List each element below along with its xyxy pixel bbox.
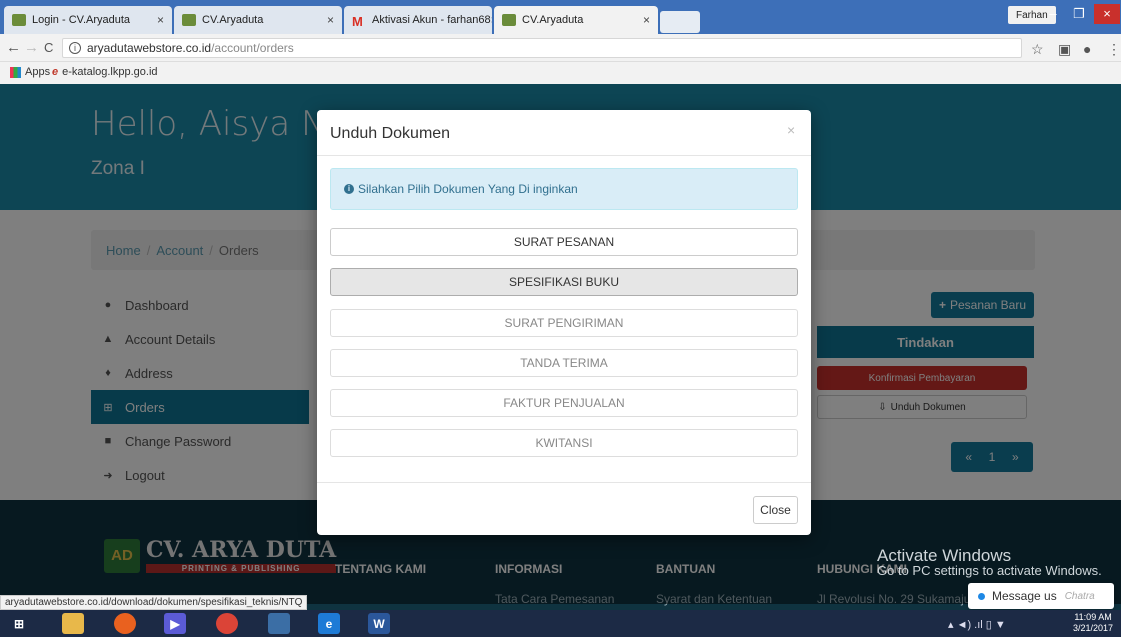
clock-date: 3/21/2017 — [1073, 623, 1114, 633]
alert-text: Silahkan Pilih Dokumen Yang Di inginkan — [358, 182, 578, 196]
status-url-bubble: aryadutawebstore.co.id/download/dokumen/… — [0, 595, 308, 610]
media-player-icon[interactable]: ▶ — [164, 613, 186, 634]
site-favicon-icon — [12, 14, 26, 26]
download-documents-modal: Unduh Dokumen × i Silahkan Pilih Dokumen… — [317, 110, 811, 535]
activation-subtitle: Go to PC settings to activate Windows. — [877, 563, 1102, 578]
back-icon[interactable]: ← — [6, 39, 21, 56]
gmail-icon: M — [352, 14, 363, 29]
word-icon[interactable]: W — [368, 613, 390, 634]
taskbar-clock[interactable]: 11:09 AM 3/21/2017 — [1073, 612, 1113, 634]
bookmark-ekatalog[interactable]: e e-katalog.lkpp.go.id — [52, 66, 158, 78]
system-tray-icons[interactable]: ▴ ◄) .ıl ▯ ▼ — [948, 618, 1006, 631]
url-path: /account/orders — [211, 41, 294, 55]
windows-taskbar: ⊞ ▶ e W ▴ ◄) .ıl ▯ ▼ 11:09 AM 3/21/2017 — [0, 610, 1121, 637]
reload-icon[interactable]: C — [44, 40, 53, 55]
internet-explorer-icon[interactable]: e — [318, 613, 340, 634]
browser-tab-login[interactable]: Login - CV.Aryaduta × — [4, 6, 172, 34]
url-domain: aryadutawebstore.co.id — [87, 41, 212, 55]
close-icon[interactable]: × — [491, 13, 492, 27]
browser-tab-strip: Login - CV.Aryaduta × CV.Aryaduta × M Ak… — [0, 0, 1121, 34]
star-icon[interactable]: ☆ — [1031, 41, 1044, 58]
apps-grid-icon — [10, 66, 21, 78]
clock-time: 11:09 AM — [1074, 612, 1112, 622]
chat-widget-button[interactable]: Message us Chatra — [968, 583, 1114, 609]
close-icon[interactable]: × — [327, 13, 334, 27]
site-favicon-icon — [502, 14, 516, 26]
windows-start-icon[interactable]: ⊞ — [8, 613, 30, 634]
close-icon[interactable]: × — [157, 13, 164, 27]
close-icon[interactable]: × — [643, 13, 650, 27]
extension-icon[interactable]: ▣ — [1058, 41, 1071, 58]
new-tab-button[interactable] — [660, 11, 700, 33]
minimize-icon[interactable]: – — [1040, 4, 1066, 24]
menu-icon[interactable]: ⋮ — [1107, 41, 1121, 58]
activation-title: Activate Windows — [877, 546, 1012, 565]
info-alert: i Silahkan Pilih Dokumen Yang Di inginka… — [330, 168, 798, 210]
chat-label: Message us — [992, 589, 1057, 603]
browser-tab-active[interactable]: CV.Aryaduta × — [494, 6, 658, 34]
document-button-surat-pesanan[interactable]: SURAT PESANAN — [330, 228, 798, 256]
chat-brand: Chatra — [1064, 590, 1095, 602]
tab-title: CV.Aryaduta — [522, 14, 584, 26]
app-icon[interactable] — [268, 613, 290, 634]
site-favicon-icon — [182, 14, 196, 26]
chat-status-icon — [978, 592, 985, 600]
firefox-icon[interactable] — [114, 613, 136, 634]
address-bar[interactable]: i aryadutawebstore.co.id /account/orders — [62, 38, 1022, 58]
bookmarks-bar: Apps e e-katalog.lkpp.go.id — [0, 62, 1121, 84]
bookmark-apps[interactable]: Apps — [10, 66, 50, 78]
window-close-icon[interactable]: × — [1094, 4, 1120, 24]
ekatalog-icon: e — [52, 66, 59, 78]
modal-footer-divider — [317, 482, 811, 483]
tab-title: Aktivasi Akun - farhan68 — [372, 14, 491, 26]
modal-title: Unduh Dokumen — [317, 110, 811, 156]
browser-toolbar: ← → C i aryadutawebstore.co.id /account/… — [0, 34, 1121, 62]
bookmark-label: Apps — [25, 66, 51, 78]
extension-circle-icon[interactable]: ● — [1083, 41, 1091, 57]
file-explorer-icon[interactable] — [62, 613, 84, 634]
restore-icon[interactable]: ❐ — [1066, 4, 1092, 24]
windows-activation-watermark: Activate Windows Go to PC settings to ac… — [877, 546, 1102, 578]
info-circle-icon: i — [344, 184, 354, 194]
document-button-surat-pengiriman[interactable]: SURAT PENGIRIMAN — [330, 309, 798, 337]
chrome-icon[interactable] — [216, 613, 238, 634]
tab-title: CV.Aryaduta — [202, 14, 264, 26]
info-icon[interactable]: i — [69, 42, 81, 54]
bookmark-label: e-katalog.lkpp.go.id — [62, 66, 158, 78]
forward-icon[interactable]: → — [24, 39, 39, 56]
document-button-spesifikasi-buku[interactable]: SPESIFIKASI BUKU — [330, 268, 798, 296]
close-icon[interactable]: × — [787, 122, 795, 138]
document-button-kwitansi[interactable]: KWITANSI — [330, 429, 798, 457]
browser-tab-gmail[interactable]: M Aktivasi Akun - farhan68 × — [344, 6, 492, 34]
browser-tab-aryaduta[interactable]: CV.Aryaduta × — [174, 6, 342, 34]
document-button-faktur-penjualan[interactable]: FAKTUR PENJUALAN — [330, 389, 798, 417]
close-button[interactable]: Close — [753, 496, 798, 524]
tab-title: Login - CV.Aryaduta — [32, 14, 131, 26]
document-button-tanda-terima[interactable]: TANDA TERIMA — [330, 349, 798, 377]
